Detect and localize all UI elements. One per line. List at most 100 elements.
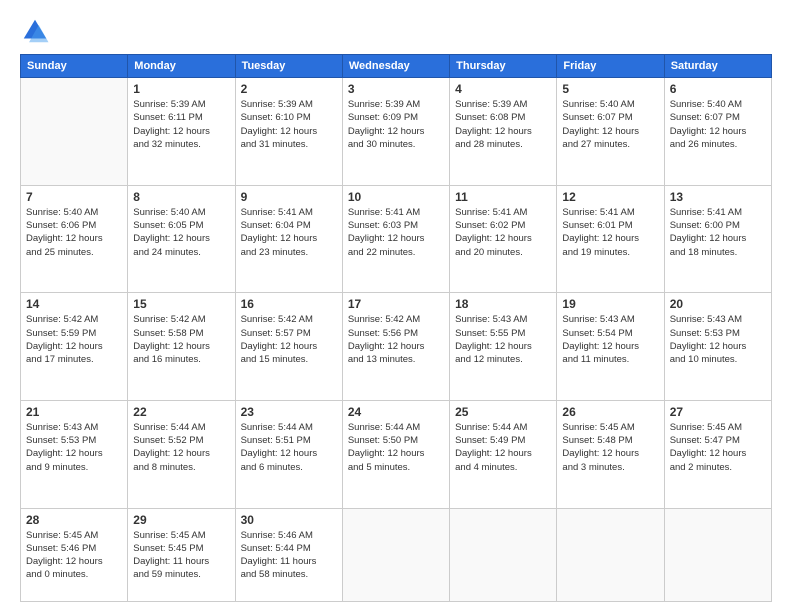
- day-info: Sunrise: 5:44 AMSunset: 5:52 PMDaylight:…: [133, 421, 229, 474]
- calendar-cell: 15 Sunrise: 5:42 AMSunset: 5:58 PMDayligh…: [128, 293, 235, 401]
- day-info: Sunrise: 5:40 AMSunset: 6:06 PMDaylight:…: [26, 206, 122, 259]
- day-number: 4: [455, 82, 551, 96]
- day-info: Sunrise: 5:45 AMSunset: 5:47 PMDaylight:…: [670, 421, 766, 474]
- day-info: Sunrise: 5:39 AMSunset: 6:08 PMDaylight:…: [455, 98, 551, 151]
- day-info: Sunrise: 5:44 AMSunset: 5:49 PMDaylight:…: [455, 421, 551, 474]
- day-info: Sunrise: 5:45 AMSunset: 5:45 PMDaylight:…: [133, 529, 229, 582]
- calendar-cell: 4 Sunrise: 5:39 AMSunset: 6:08 PMDaylight…: [450, 78, 557, 186]
- day-number: 8: [133, 190, 229, 204]
- day-info: Sunrise: 5:42 AMSunset: 5:59 PMDaylight:…: [26, 313, 122, 366]
- day-number: 12: [562, 190, 658, 204]
- calendar-cell: 29Sunrise: 5:45 AMSunset: 5:45 PMDayligh…: [128, 508, 235, 602]
- week-row-2: 7Sunrise: 5:40 AMSunset: 6:06 PMDaylight…: [21, 185, 772, 293]
- day-number: 5: [562, 82, 658, 96]
- day-number: 13: [670, 190, 766, 204]
- day-info: Sunrise: 5:43 AMSunset: 5:54 PMDaylight:…: [562, 313, 658, 366]
- day-info: Sunrise: 5:41 AMSunset: 6:04 PMDaylight:…: [241, 206, 337, 259]
- day-info: Sunrise: 5:42 AMSunset: 5:57 PMDaylight:…: [241, 313, 337, 366]
- day-info: Sunrise: 5:45 AMSunset: 5:48 PMDaylight:…: [562, 421, 658, 474]
- day-info: Sunrise: 5:41 AMSunset: 6:02 PMDaylight:…: [455, 206, 551, 259]
- calendar-cell: 1 Sunrise: 5:39 AMSunset: 6:11 PMDaylight…: [128, 78, 235, 186]
- day-info: Sunrise: 5:40 AMSunset: 6:07 PMDaylight:…: [670, 98, 766, 151]
- day-number: 22: [133, 405, 229, 419]
- day-number: 17: [348, 297, 444, 311]
- day-info: Sunrise: 5:40 AMSunset: 6:05 PMDaylight:…: [133, 206, 229, 259]
- weekday-header-wednesday: Wednesday: [342, 55, 449, 78]
- calendar-cell: 25 Sunrise: 5:44 AMSunset: 5:49 PMDayligh…: [450, 400, 557, 508]
- calendar-cell: 10Sunrise: 5:41 AMSunset: 6:03 PMDayligh…: [342, 185, 449, 293]
- calendar-cell: 18Sunrise: 5:43 AMSunset: 5:55 PMDayligh…: [450, 293, 557, 401]
- calendar-cell: 28 Sunrise: 5:45 AMSunset: 5:46 PMDayligh…: [21, 508, 128, 602]
- calendar-cell: 14 Sunrise: 5:42 AMSunset: 5:59 PMDayligh…: [21, 293, 128, 401]
- day-info: Sunrise: 5:43 AMSunset: 5:53 PMDaylight:…: [670, 313, 766, 366]
- calendar-cell: 27 Sunrise: 5:45 AMSunset: 5:47 PMDayligh…: [664, 400, 771, 508]
- day-number: 21: [26, 405, 122, 419]
- calendar-cell: 8 Sunrise: 5:40 AMSunset: 6:05 PMDaylight…: [128, 185, 235, 293]
- day-info: Sunrise: 5:39 AMSunset: 6:11 PMDaylight:…: [133, 98, 229, 151]
- calendar-cell: 11 Sunrise: 5:41 AMSunset: 6:02 PMDayligh…: [450, 185, 557, 293]
- calendar-cell: 16 Sunrise: 5:42 AMSunset: 5:57 PMDayligh…: [235, 293, 342, 401]
- calendar-cell: [21, 78, 128, 186]
- day-number: 2: [241, 82, 337, 96]
- week-row-1: 1 Sunrise: 5:39 AMSunset: 6:11 PMDaylight…: [21, 78, 772, 186]
- day-number: 16: [241, 297, 337, 311]
- calendar-cell: 7Sunrise: 5:40 AMSunset: 6:06 PMDaylight…: [21, 185, 128, 293]
- day-info: Sunrise: 5:39 AMSunset: 6:09 PMDaylight:…: [348, 98, 444, 151]
- week-row-4: 21 Sunrise: 5:43 AMSunset: 5:53 PMDayligh…: [21, 400, 772, 508]
- day-number: 9: [241, 190, 337, 204]
- calendar-cell: 20 Sunrise: 5:43 AMSunset: 5:53 PMDayligh…: [664, 293, 771, 401]
- day-number: 14: [26, 297, 122, 311]
- week-row-3: 14 Sunrise: 5:42 AMSunset: 5:59 PMDayligh…: [21, 293, 772, 401]
- calendar-cell: 19 Sunrise: 5:43 AMSunset: 5:54 PMDayligh…: [557, 293, 664, 401]
- calendar-cell: 5Sunrise: 5:40 AMSunset: 6:07 PMDaylight…: [557, 78, 664, 186]
- day-number: 15: [133, 297, 229, 311]
- day-number: 1: [133, 82, 229, 96]
- day-info: Sunrise: 5:42 AMSunset: 5:58 PMDaylight:…: [133, 313, 229, 366]
- day-info: Sunrise: 5:42 AMSunset: 5:56 PMDaylight:…: [348, 313, 444, 366]
- page: SundayMondayTuesdayWednesdayThursdayFrid…: [0, 0, 792, 612]
- weekday-header-friday: Friday: [557, 55, 664, 78]
- day-info: Sunrise: 5:43 AMSunset: 5:53 PMDaylight:…: [26, 421, 122, 474]
- day-number: 23: [241, 405, 337, 419]
- day-info: Sunrise: 5:45 AMSunset: 5:46 PMDaylight:…: [26, 529, 122, 582]
- calendar-cell: [342, 508, 449, 602]
- day-info: Sunrise: 5:46 AMSunset: 5:44 PMDaylight:…: [241, 529, 337, 582]
- day-info: Sunrise: 5:41 AMSunset: 6:01 PMDaylight:…: [562, 206, 658, 259]
- logo-icon: [20, 16, 50, 46]
- day-number: 6: [670, 82, 766, 96]
- calendar-cell: 24 Sunrise: 5:44 AMSunset: 5:50 PMDayligh…: [342, 400, 449, 508]
- day-number: 11: [455, 190, 551, 204]
- calendar-cell: 26 Sunrise: 5:45 AMSunset: 5:48 PMDayligh…: [557, 400, 664, 508]
- day-number: 24: [348, 405, 444, 419]
- weekday-header-sunday: Sunday: [21, 55, 128, 78]
- weekday-header-tuesday: Tuesday: [235, 55, 342, 78]
- calendar-cell: [450, 508, 557, 602]
- day-info: Sunrise: 5:44 AMSunset: 5:50 PMDaylight:…: [348, 421, 444, 474]
- day-number: 20: [670, 297, 766, 311]
- day-number: 3: [348, 82, 444, 96]
- weekday-header-monday: Monday: [128, 55, 235, 78]
- day-number: 28: [26, 513, 122, 527]
- weekday-header-thursday: Thursday: [450, 55, 557, 78]
- day-number: 27: [670, 405, 766, 419]
- day-info: Sunrise: 5:39 AMSunset: 6:10 PMDaylight:…: [241, 98, 337, 151]
- week-row-5: 28 Sunrise: 5:45 AMSunset: 5:46 PMDayligh…: [21, 508, 772, 602]
- day-number: 25: [455, 405, 551, 419]
- day-info: Sunrise: 5:44 AMSunset: 5:51 PMDaylight:…: [241, 421, 337, 474]
- day-info: Sunrise: 5:41 AMSunset: 6:00 PMDaylight:…: [670, 206, 766, 259]
- weekday-header-row: SundayMondayTuesdayWednesdayThursdayFrid…: [21, 55, 772, 78]
- calendar-cell: 23 Sunrise: 5:44 AMSunset: 5:51 PMDayligh…: [235, 400, 342, 508]
- header: [20, 16, 772, 46]
- calendar-cell: 13 Sunrise: 5:41 AMSunset: 6:00 PMDayligh…: [664, 185, 771, 293]
- calendar-cell: [557, 508, 664, 602]
- day-number: 18: [455, 297, 551, 311]
- calendar-cell: 17 Sunrise: 5:42 AMSunset: 5:56 PMDayligh…: [342, 293, 449, 401]
- calendar-cell: 21 Sunrise: 5:43 AMSunset: 5:53 PMDayligh…: [21, 400, 128, 508]
- calendar-cell: 3 Sunrise: 5:39 AMSunset: 6:09 PMDaylight…: [342, 78, 449, 186]
- calendar-table: SundayMondayTuesdayWednesdayThursdayFrid…: [20, 54, 772, 602]
- calendar-cell: [664, 508, 771, 602]
- day-number: 26: [562, 405, 658, 419]
- day-number: 30: [241, 513, 337, 527]
- day-number: 19: [562, 297, 658, 311]
- calendar-cell: 30 Sunrise: 5:46 AMSunset: 5:44 PMDayligh…: [235, 508, 342, 602]
